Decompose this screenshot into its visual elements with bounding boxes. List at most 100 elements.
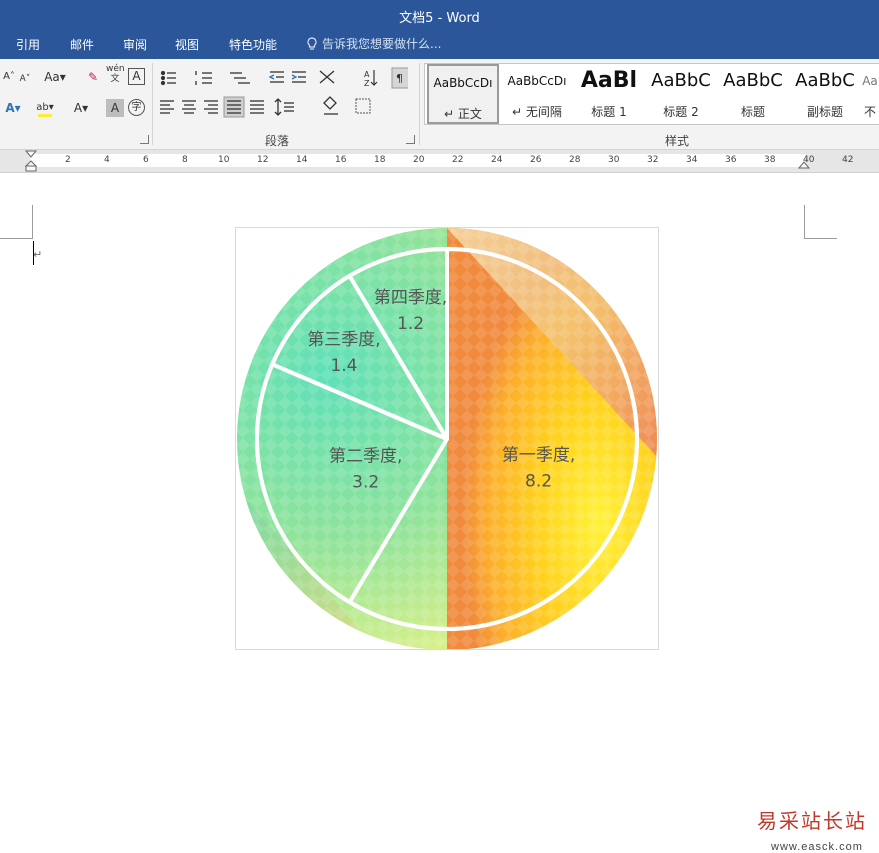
- bullets-icon[interactable]: [160, 70, 177, 86]
- style-no-spacing[interactable]: AaBbCcDı ↵ 无间隔: [501, 64, 573, 124]
- font-dialog-launcher-icon[interactable]: [140, 135, 149, 144]
- lightbulb-icon: [307, 37, 317, 50]
- ruler-number: 2: [65, 155, 71, 165]
- ribbon: A˄ A˅ Aa▾ ✎ wén 文 A A▾ ab▾ A▾ A 字 A Z ¶ …: [0, 59, 879, 150]
- ruler-number: 20: [413, 155, 425, 165]
- pie-chart-frame[interactable]: 第一季度, 8.2 第二季度, 3.2 第三季度, 1.4 第四季度, 1.2: [235, 227, 659, 650]
- margin-corner-top-left: [0, 205, 33, 239]
- enclose-characters-icon[interactable]: 字: [128, 99, 145, 116]
- ruler-number: 18: [374, 155, 386, 165]
- highlight-color-bar: [38, 114, 52, 117]
- ruler-number: 14: [296, 155, 308, 165]
- style-name-text: 无间隔: [525, 105, 562, 119]
- ruler-number: 8: [182, 155, 188, 165]
- character-shading-icon[interactable]: A: [106, 99, 124, 117]
- tab-references[interactable]: 引用: [16, 36, 40, 53]
- ruler-number: 32: [647, 155, 659, 165]
- data-label-4-name: 第四季度,: [374, 288, 447, 308]
- pinyin-char: 文: [110, 74, 120, 84]
- style-name: 标题 2: [663, 105, 699, 119]
- style-preview: AaBl: [580, 68, 638, 93]
- tell-me-box[interactable]: 告诉我您想要做什么...: [306, 35, 441, 52]
- ruler-number: 30: [608, 155, 620, 165]
- clear-format-icon[interactable]: ✎: [84, 68, 102, 86]
- paragraph-tools: AZ ¶: [160, 67, 408, 118]
- margin-corner-top-right: [804, 205, 837, 239]
- watermark-url: www.easck.com: [771, 841, 863, 853]
- paragraph-mark: ↵: [33, 248, 43, 261]
- pie-chart[interactable]: 第一季度, 8.2 第二季度, 3.2 第三季度, 1.4 第四季度, 1.2: [236, 228, 658, 649]
- style-preview: AaBbC: [795, 70, 855, 91]
- window-title: 文档5 - Word: [399, 11, 480, 26]
- shrink-font-icon[interactable]: A˅: [16, 70, 34, 88]
- style-normal[interactable]: AaBbCcDı ↵ 正文: [427, 64, 499, 124]
- tell-me-placeholder: 告诉我您想要做什么...: [322, 37, 442, 51]
- horizontal-ruler[interactable]: 2 4 6 8 10 12 14 16 18 20 22 24 26 28 30 32 34 36 38 40 42: [0, 150, 879, 173]
- increase-indent-icon[interactable]: [291, 71, 306, 83]
- tab-special-features[interactable]: 特色功能: [229, 36, 277, 53]
- data-label-2-name: 第二季度,: [329, 446, 402, 466]
- character-shading-label: A: [110, 101, 120, 115]
- data-label-4-value: 1.2: [397, 314, 424, 334]
- multilevel-list-icon[interactable]: [230, 72, 250, 84]
- style-subtitle[interactable]: AaBbC 副标题: [789, 64, 861, 124]
- style-name: 副标题: [806, 105, 843, 119]
- ribbon-tab-bar: 引用 邮件 审阅 视图 特色功能 告诉我您想要做什么...: [0, 31, 879, 59]
- show-marks-icon[interactable]: ¶: [391, 67, 408, 89]
- ruler-number: 34: [686, 155, 698, 165]
- data-label-1-value: 8.2: [525, 471, 552, 491]
- style-name: 标题 1: [591, 105, 627, 119]
- style-name: ↵ 无间隔: [512, 105, 562, 119]
- paragraph-dialog-launcher-icon[interactable]: [406, 135, 415, 144]
- pinyin-guide-icon[interactable]: wén 文: [106, 64, 125, 84]
- right-indent-marker-icon[interactable]: [798, 156, 810, 170]
- justify-icon[interactable]: [223, 96, 245, 118]
- data-label-3-name: 第三季度,: [307, 330, 380, 350]
- data-label-3-value: 1.4: [330, 356, 357, 376]
- align-left-icon[interactable]: [160, 100, 174, 114]
- style-partial[interactable]: Aa 不: [861, 64, 879, 124]
- indent-marker-icon[interactable]: [24, 150, 38, 172]
- ruler-number: 16: [335, 155, 347, 165]
- change-case-button[interactable]: Aa▾: [40, 68, 70, 86]
- ruler-number: 10: [218, 155, 230, 165]
- ruler-number: 4: [104, 155, 110, 165]
- style-preview: AaBbC: [723, 70, 783, 91]
- style-preview: AaBbCcDı: [433, 76, 493, 90]
- enclose-label: 字: [131, 102, 142, 113]
- ruler-number: 22: [452, 155, 464, 165]
- group-separator: [419, 63, 420, 145]
- tab-mailings[interactable]: 邮件: [70, 36, 94, 53]
- shading-icon[interactable]: [323, 96, 338, 115]
- change-case-label: Aa: [44, 70, 60, 84]
- chinese-layout-icon[interactable]: [319, 70, 335, 84]
- style-heading-2[interactable]: AaBbC 标题 2: [645, 64, 717, 124]
- align-right-icon[interactable]: [204, 100, 218, 114]
- text-effects-icon[interactable]: A▾: [4, 99, 22, 117]
- watermark-text: 易采站长站: [757, 809, 867, 833]
- tab-review[interactable]: 审阅: [123, 36, 147, 53]
- borders-icon[interactable]: [355, 98, 371, 114]
- data-label-2-value: 3.2: [352, 472, 379, 492]
- ruler-number: 36: [725, 155, 737, 165]
- font-color-button[interactable]: A▾: [72, 99, 90, 117]
- align-center-icon[interactable]: [182, 100, 196, 114]
- style-title[interactable]: AaBbC 标题: [717, 64, 789, 124]
- numbering-icon[interactable]: [195, 71, 212, 85]
- svg-text:Z: Z: [364, 79, 370, 88]
- ruler-number: 28: [569, 155, 581, 165]
- ruler-number: 12: [257, 155, 269, 165]
- style-preview: AaBbC: [651, 70, 711, 91]
- distributed-icon[interactable]: [250, 100, 264, 114]
- style-name: 标题: [740, 105, 765, 119]
- ruler-number: 26: [530, 155, 542, 165]
- character-border-icon[interactable]: A: [128, 68, 145, 85]
- tab-view[interactable]: 视图: [175, 36, 199, 53]
- style-heading-1[interactable]: AaBl 标题 1: [573, 64, 645, 124]
- svg-text:¶: ¶: [396, 72, 403, 85]
- decrease-indent-icon[interactable]: [268, 71, 284, 83]
- pinyin-label: wén: [106, 64, 125, 74]
- document-page[interactable]: ↵ 第一季度, 8.2 第二季度, 3.2 第三季度, 1.4 第四季度, 1.…: [0, 173, 879, 853]
- line-spacing-icon[interactable]: [274, 98, 294, 116]
- sort-icon[interactable]: AZ: [364, 70, 378, 88]
